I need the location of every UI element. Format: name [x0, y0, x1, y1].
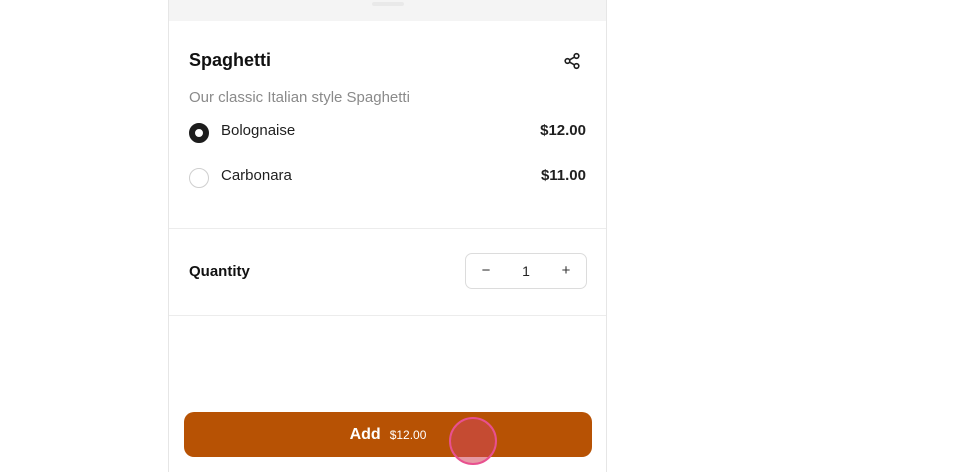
share-icon[interactable] [562, 51, 582, 71]
sheet-header-strip [169, 0, 606, 21]
product-description: Our classic Italian style Spaghetti [189, 89, 410, 106]
drag-handle[interactable] [372, 2, 404, 6]
radio-selected-icon[interactable] [189, 123, 209, 143]
option-bolognaise[interactable]: Bolognaise $12.00 [169, 122, 606, 156]
decrement-button[interactable]: − [468, 254, 504, 288]
divider [169, 228, 606, 229]
divider [169, 315, 606, 316]
option-label: Bolognaise [221, 122, 296, 139]
add-button-label: Add [349, 425, 381, 443]
radio-unselected-icon[interactable] [189, 168, 209, 188]
product-title: Spaghetti [189, 50, 272, 70]
option-price: $11.00 [540, 167, 586, 184]
option-price: $12.00 [540, 122, 586, 139]
add-button-price: $12.00 [389, 427, 427, 442]
quantity-value: 1 [522, 263, 530, 279]
quantity-stepper: − 1 + [465, 253, 587, 289]
product-sheet: Spaghetti Our classic Italian style Spag… [168, 0, 607, 472]
option-carbonara[interactable]: Carbonara $11.00 [169, 167, 606, 201]
option-label: Carbonara [221, 167, 292, 184]
add-to-cart-button[interactable]: Add $12.00 [184, 412, 592, 457]
increment-button[interactable]: + [548, 254, 584, 288]
quantity-label: Quantity [189, 263, 250, 280]
